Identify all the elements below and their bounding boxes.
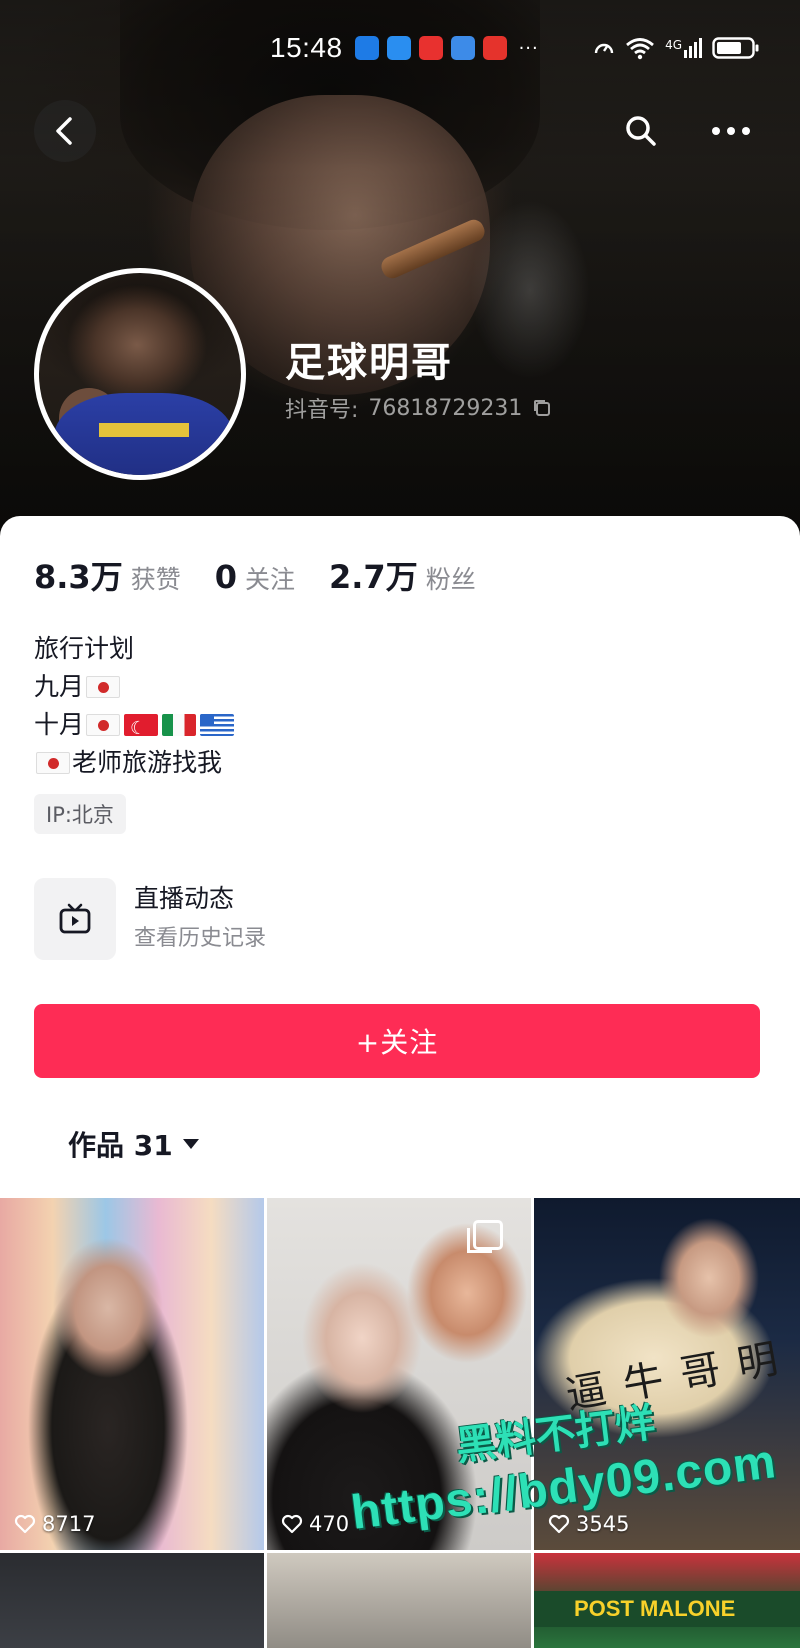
- italy-flag-icon: [162, 714, 197, 736]
- bio-line-3: 十月: [34, 710, 85, 739]
- like-count: 470: [281, 1512, 349, 1536]
- bio-line-2: 九月: [34, 672, 85, 701]
- heart-icon: [548, 1514, 570, 1534]
- message-notification-icon: [354, 36, 379, 60]
- japan-flag-icon: [86, 676, 121, 698]
- douyin-id-label: 抖音号:: [285, 398, 359, 423]
- video-tile[interactable]: 8717: [0, 1198, 264, 1550]
- likes-label: 获赞: [130, 565, 181, 594]
- avatar[interactable]: [34, 268, 246, 480]
- tab-works[interactable]: 作品 31: [68, 1124, 199, 1164]
- more-notifications-icon: ···: [518, 37, 539, 59]
- bio-line: 旅行计划: [34, 630, 236, 668]
- japan-flag-icon: [86, 714, 121, 736]
- caret-down-icon: [182, 1139, 199, 1149]
- status-bar: 15:48 ··· 4G: [270, 28, 760, 68]
- shield-notification-icon: [386, 36, 411, 60]
- bio-line: 老师旅游找我: [34, 744, 236, 782]
- video-tile[interactable]: [0, 1553, 264, 1648]
- video-grid: 8717 470 逼牛哥明 3545 POST MALONE: [0, 1198, 800, 1648]
- browser-notification-icon: [450, 36, 475, 60]
- greece-flag-icon: [200, 714, 235, 736]
- live-icon-box: [34, 878, 116, 960]
- like-count-value: 3545: [576, 1512, 630, 1536]
- bio-line-4: 老师旅游找我: [72, 748, 223, 777]
- tv-icon: [59, 903, 91, 934]
- bio-line-1: 旅行计划: [34, 634, 135, 663]
- like-count: 8717: [14, 1512, 95, 1536]
- turkey-flag-icon: [124, 714, 159, 736]
- network-type-label: 4G: [665, 38, 682, 52]
- camera-notification-icon: [482, 36, 507, 60]
- ip-location-tag: IP:北京: [34, 794, 126, 834]
- username: 足球明哥: [285, 340, 453, 386]
- avatar-photo-stripe: [99, 423, 189, 437]
- copy-icon[interactable]: [532, 398, 552, 418]
- follow-button[interactable]: +关注: [34, 1004, 760, 1078]
- more-options-button[interactable]: [700, 100, 762, 162]
- bio-line: 九月: [34, 668, 236, 706]
- like-count-value: 470: [309, 1512, 350, 1536]
- heart-icon: [281, 1514, 303, 1534]
- speed-gauge-icon: [594, 43, 614, 54]
- live-text: 直播动态 查看历史记录: [134, 882, 266, 956]
- japan-flag-icon: [36, 752, 70, 774]
- bio: 旅行计划 九月 十月 老师旅游找我: [34, 630, 236, 782]
- heart-icon: [14, 1514, 36, 1534]
- multi-image-icon: [467, 1220, 503, 1253]
- live-title: 直播动态: [134, 884, 235, 913]
- back-button[interactable]: [34, 100, 96, 162]
- cell-signal-icon: 4G: [665, 38, 702, 58]
- followers-count[interactable]: 2.7万: [329, 552, 418, 598]
- followers-label[interactable]: 粉丝: [426, 560, 476, 596]
- status-time: 15:48: [270, 32, 343, 63]
- live-activity-entry[interactable]: 直播动态 查看历史记录: [34, 878, 266, 960]
- chevron-left-icon: [56, 117, 72, 145]
- wifi-icon: [626, 38, 654, 60]
- douyin-id-value: 76818729231: [368, 395, 523, 421]
- works-tab-label: 作品 31: [68, 1129, 173, 1162]
- following-count[interactable]: 0: [215, 558, 237, 596]
- bio-line: 十月: [34, 706, 236, 744]
- app-notification-icon: [418, 36, 443, 60]
- live-subtitle: 查看历史记录: [134, 926, 267, 951]
- battery-icon: [712, 37, 759, 59]
- stats-row: 8.3万 获赞 0 关注 2.7万 粉丝: [34, 552, 510, 598]
- likes-count: 8.3万: [34, 558, 123, 596]
- video-tile[interactable]: [267, 1553, 531, 1648]
- stadium-banner-text: POST MALONE: [534, 1591, 800, 1627]
- douyin-id[interactable]: 抖音号: 76818729231: [285, 392, 552, 424]
- more-dots-icon: [712, 127, 750, 135]
- search-button[interactable]: [610, 100, 672, 162]
- search-icon: [626, 116, 656, 146]
- video-tile[interactable]: POST MALONE: [534, 1553, 800, 1648]
- following-label[interactable]: 关注: [245, 560, 295, 596]
- like-count-value: 8717: [42, 1512, 96, 1536]
